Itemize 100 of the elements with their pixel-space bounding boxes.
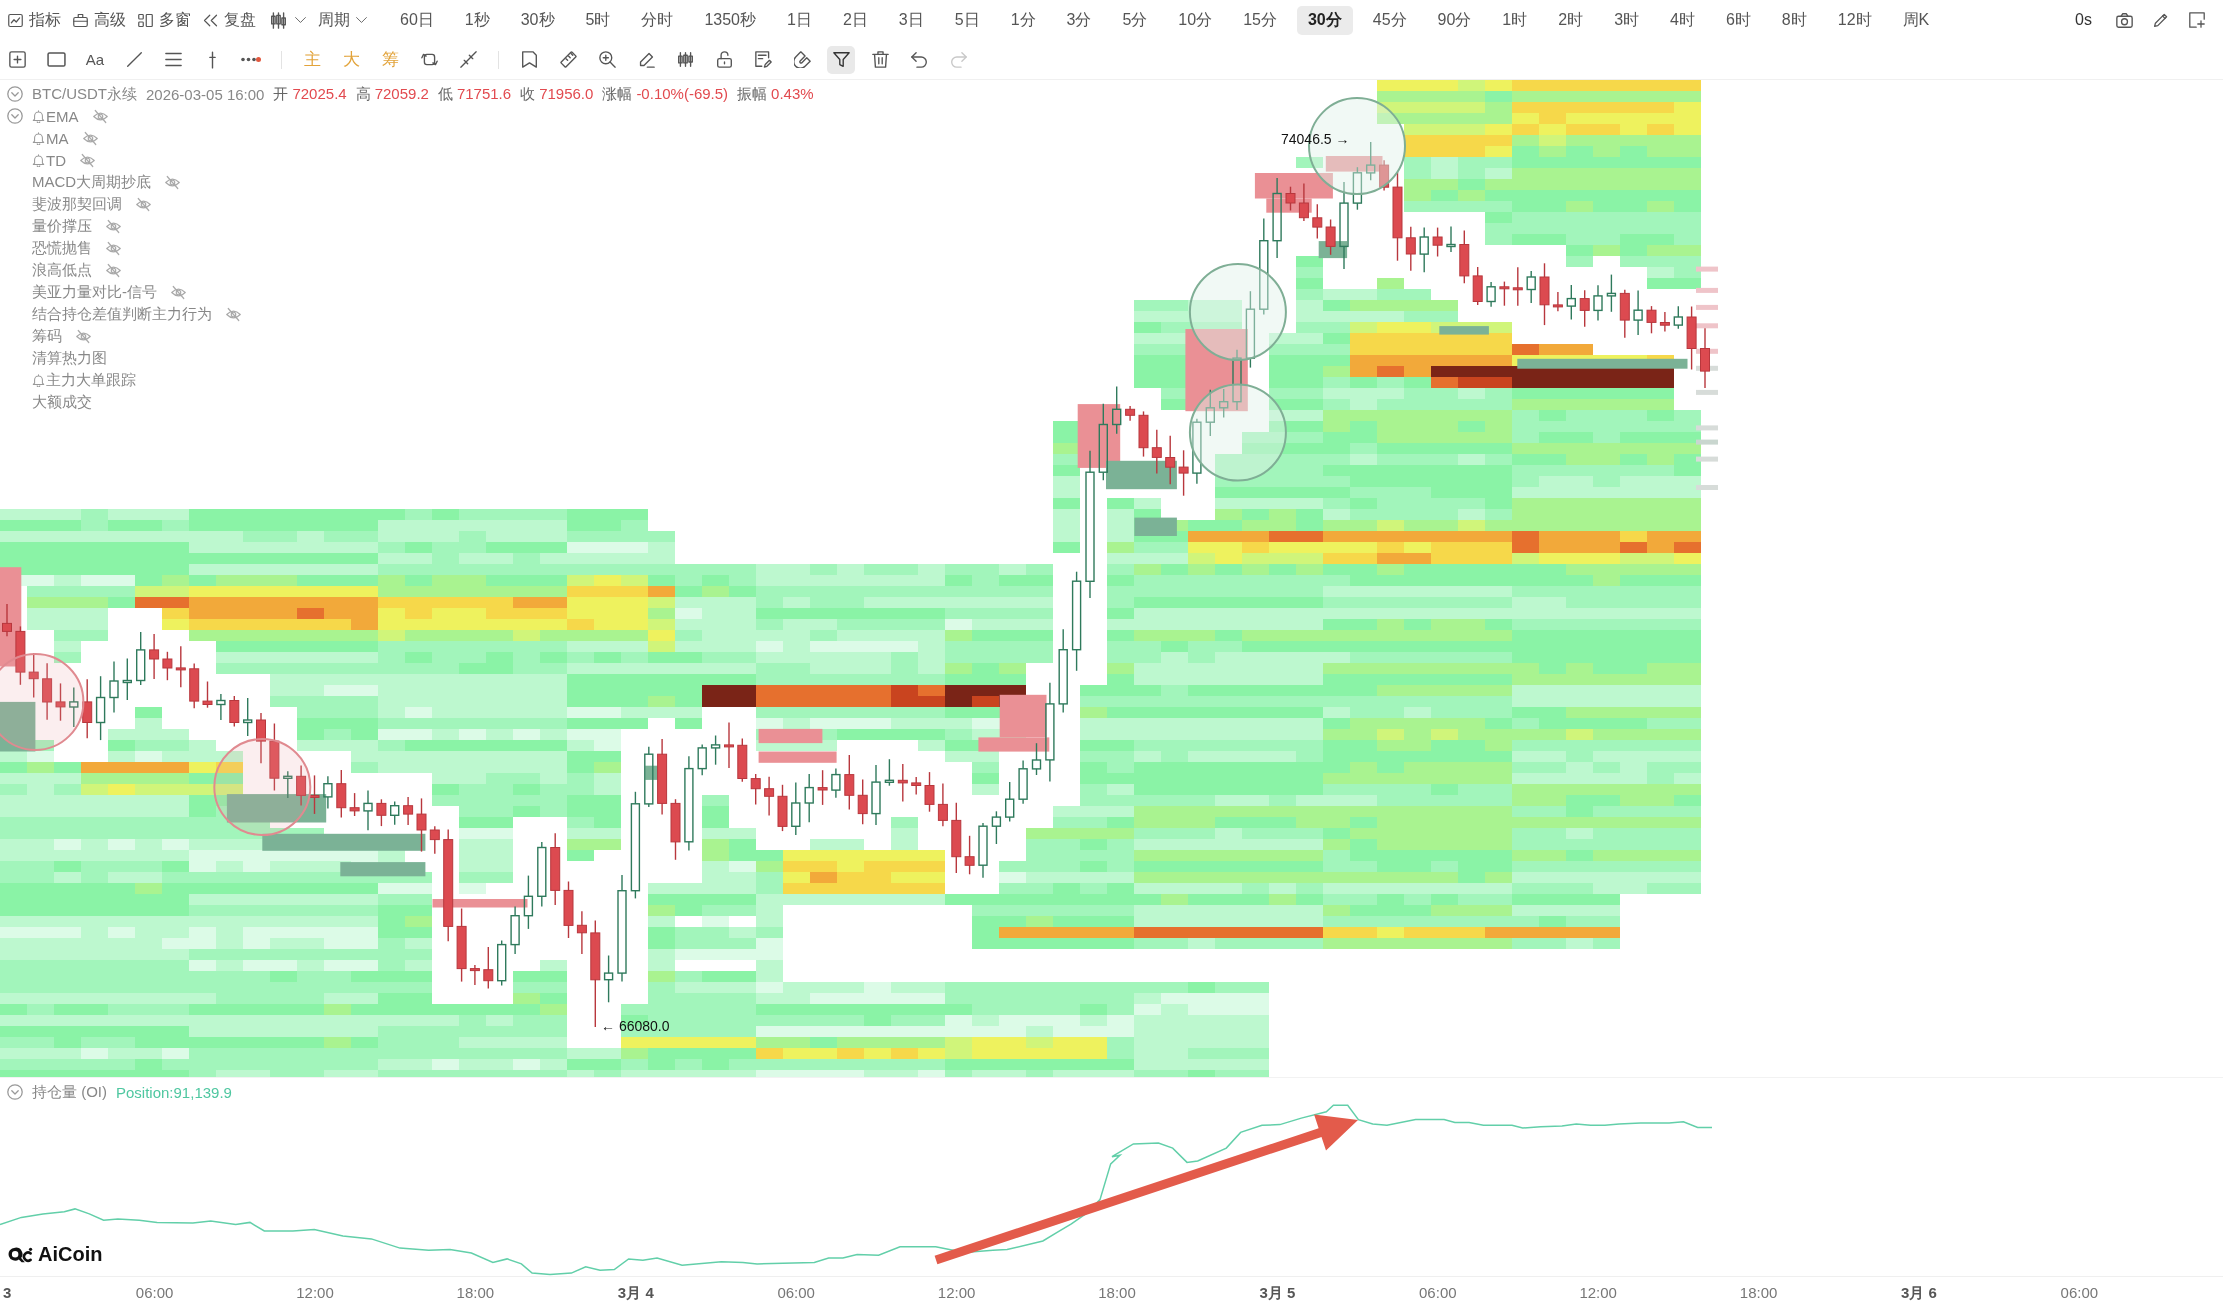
indicator-name: 清算热力图 (32, 348, 107, 368)
axis-label: 06:00 (1419, 1284, 1457, 1301)
square-plus-icon (8, 51, 26, 68)
interval-tab[interactable]: 周K (1891, 5, 1941, 35)
indicator-name: 恐慌抛售 (32, 238, 92, 258)
menu-button[interactable]: 复盘 (203, 6, 256, 34)
stat-value: 71956.0 (539, 84, 594, 104)
symbol-label: BTC/USDT永续 (32, 84, 137, 104)
interval-tab[interactable]: 2日 (831, 5, 879, 35)
text-tool-button[interactable]: Aa (81, 45, 109, 74)
axis-label: 06:00 (2060, 1284, 2099, 1301)
redo-icon (949, 51, 967, 68)
unlock-icon (715, 51, 733, 68)
interval-tab[interactable]: 5日 (943, 5, 991, 35)
axis-label: 06:00 (777, 1284, 815, 1301)
ruler-icon (559, 51, 577, 68)
magnet-icon (793, 51, 811, 68)
interval-tab[interactable]: 1时 (1491, 5, 1539, 35)
stat-value: 72025.4 (292, 84, 347, 104)
stat-value: -0.10%(-69.5) (636, 84, 729, 104)
briefcase-icon (73, 12, 88, 28)
stat-value: 72059.2 (374, 84, 429, 104)
high-price-label: 74046.5 → (1281, 131, 1350, 147)
interval-tab[interactable]: 4时 (1659, 5, 1706, 35)
stat-label: 低 (437, 84, 453, 104)
interval-tab[interactable]: 15分 (1232, 5, 1288, 35)
stat-label: 高 (355, 84, 371, 104)
candlestick-icon (270, 11, 287, 29)
rotate-square-icon (420, 51, 438, 68)
interval-tab[interactable]: 6时 (1714, 5, 1762, 35)
axis-label: 06:00 (135, 1284, 174, 1301)
candlestick-icon (676, 51, 694, 68)
axis-label: 18:00 (456, 1284, 495, 1301)
interval-tab[interactable]: 5分 (1111, 5, 1159, 35)
time-label: 2026-03-05 16:00 (146, 85, 265, 103)
vertical-line-icon (208, 50, 216, 69)
interval-tab[interactable]: 90分 (1426, 5, 1483, 35)
indicator-name: MA (46, 129, 69, 147)
countdown-label: 0s (2075, 11, 2092, 29)
stat-label: 涨幅 (602, 84, 633, 104)
position-value: Position:91,139.9 (116, 1083, 232, 1101)
interval-tab[interactable]: 8时 (1770, 5, 1818, 35)
logo-icon (7, 1246, 33, 1263)
axis-label: 12:00 (296, 1284, 334, 1301)
window-plus-icon[interactable] (2189, 12, 2205, 28)
indicator-name: 浪高低点 (32, 260, 92, 280)
interval-tab[interactable]: 1分 (999, 5, 1047, 35)
pencil-icon[interactable] (2153, 12, 2169, 28)
dots-icon (241, 57, 261, 62)
tool-button[interactable] (827, 45, 855, 74)
stat-value: 71751.6 (456, 84, 512, 104)
period-dropdown[interactable]: 周期 (318, 6, 367, 34)
interval-tab[interactable]: 3时 (1603, 5, 1651, 35)
interval-tab[interactable]: 12时 (1826, 5, 1883, 35)
interval-tab[interactable]: 30分 (1296, 5, 1353, 35)
trash-icon (871, 51, 889, 68)
axis-label: 12:00 (1579, 1284, 1617, 1301)
indicator-name: 结合持仓差值判断主力行为 (32, 304, 212, 324)
interval-tab[interactable]: 3分 (1055, 5, 1103, 35)
menu-button[interactable]: 高级 (73, 6, 126, 34)
chart-icon (8, 12, 23, 28)
slanted-ruler-icon (459, 51, 477, 68)
interval-tab[interactable]: 30秒 (509, 5, 566, 35)
caret-icon (295, 17, 306, 23)
indicator-name: 大额成交 (32, 392, 92, 412)
axis-label: 3月 6 (1901, 1284, 1937, 1303)
menu-button[interactable]: 指标 (8, 6, 61, 34)
grid-icon (138, 12, 153, 28)
undo-icon (910, 51, 928, 68)
filter-icon (832, 51, 850, 68)
stat-label: 开 (273, 84, 289, 104)
indicator-title: 持仓量 (OI) (32, 1082, 107, 1102)
indicator-name: 筹码 (32, 326, 62, 346)
indicator-name: 美亚力量对比-信号 (32, 282, 157, 302)
axis-label: 18:00 (1739, 1284, 1778, 1301)
candlestick (1700, 327, 1710, 389)
indicator-name: 主力大单跟踪 (46, 370, 136, 390)
low-price-label: ← 66080.0 (601, 1018, 670, 1034)
axis-label: 3月 4 (617, 1284, 654, 1303)
indicator-name: MACD大周期抄底 (32, 172, 152, 192)
interval-tab[interactable]: 60日 (389, 5, 445, 35)
interval-tab[interactable]: 10分 (1167, 5, 1224, 35)
zoom-in-icon (598, 51, 616, 68)
parallel-lines-icon (164, 51, 182, 68)
stat-label: 振幅 (737, 84, 768, 104)
menu-button[interactable]: 多窗 (138, 6, 191, 34)
pen-icon (637, 51, 655, 68)
indicator-name: TD (46, 151, 66, 169)
camera-icon[interactable] (2116, 11, 2133, 29)
stat-label: 收 (520, 84, 536, 104)
interval-tab[interactable]: 2时 (1547, 5, 1595, 35)
axis-label: 12:00 (937, 1284, 976, 1301)
interval-tab[interactable]: 分时 (630, 5, 685, 35)
interval-tab[interactable]: 1秒 (453, 5, 501, 35)
interval-tab[interactable]: 1350秒 (693, 5, 767, 35)
chevron-down-icon[interactable] (7, 1084, 23, 1100)
interval-tab[interactable]: 5时 (574, 5, 622, 35)
interval-tab[interactable]: 3日 (887, 5, 935, 35)
interval-tab[interactable]: 1日 (776, 5, 823, 35)
interval-tab[interactable]: 45分 (1361, 5, 1418, 35)
